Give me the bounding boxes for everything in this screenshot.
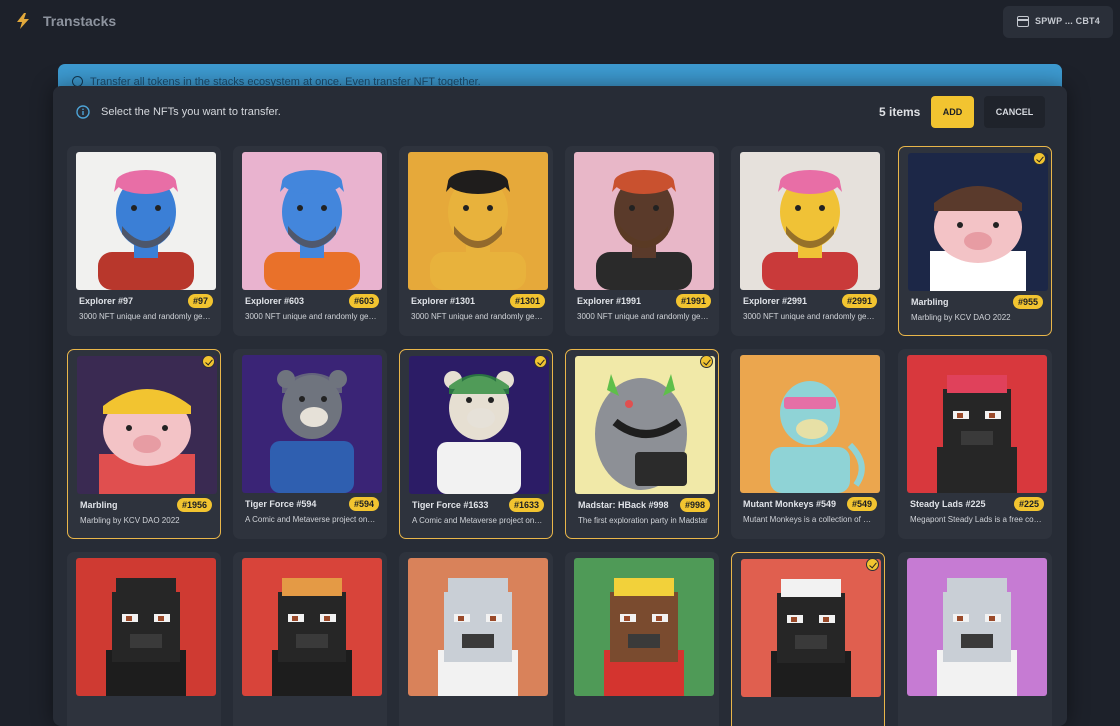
nft-id-badge: #955 (1012, 295, 1043, 309)
nft-description: Marbling by KCV DAO 2022 (911, 313, 1011, 322)
nft-description: A Comic and Metaverse project on Stacks (412, 516, 544, 525)
nft-card[interactable]: Marbling #1956 Marbling by KCV DAO 2022 (67, 349, 221, 539)
nft-card[interactable]: Tiger Force #594 #594 A Comic and Metavers… (233, 349, 387, 539)
selected-check-icon (700, 355, 713, 368)
nft-thumbnail (740, 355, 880, 493)
nft-thumbnail (907, 558, 1047, 696)
nft-description: A Comic and Metaverse project on Stacks (245, 515, 377, 524)
nft-card[interactable]: Explorer #603 #603 3000 NFT unique and ran… (233, 146, 387, 336)
nft-thumbnail (907, 355, 1047, 493)
nft-description: 3000 NFT unique and randomly generated (245, 312, 377, 321)
nft-name: Marbling (911, 297, 949, 307)
nft-thumbnail (574, 152, 714, 290)
nft-thumbnail (575, 356, 715, 494)
wallet-icon (1017, 16, 1029, 27)
nft-id-badge: #1991 (675, 294, 711, 308)
nft-card[interactable]: Madstar: HBack #998 #998 The first explora… (565, 349, 719, 539)
nft-card[interactable]: Mutant Monkeys #549 #549 Mutant Monkeys is… (731, 349, 885, 539)
nft-id-badge: #225 (1013, 497, 1044, 511)
nft-thumbnail (77, 356, 217, 494)
selected-check-icon (534, 355, 547, 368)
nft-thumbnail (408, 152, 548, 290)
nft-name: Explorer #603 (245, 296, 305, 306)
selected-check-icon (866, 558, 879, 571)
nft-name: Explorer #1301 (411, 296, 476, 306)
nft-name: Explorer #1991 (577, 296, 642, 306)
nft-description: 3000 NFT unique and randomly generated (79, 312, 211, 321)
nft-card[interactable]: Explorer #1991 #1991 3000 NFT unique and r… (565, 146, 719, 336)
top-bar: Transtacks SPWP ... CBT4 (0, 0, 1120, 44)
nft-id-badge: #1301 (509, 294, 545, 308)
wallet-address: SPWP ... CBT4 (1035, 16, 1100, 26)
nft-id-badge: #549 (846, 497, 877, 511)
nft-card[interactable]: Marbling #955 Marbling by KCV DAO 2022 (898, 146, 1052, 336)
nft-description: 3000 NFT unique and randomly generated (577, 312, 709, 321)
nft-name: Tiger Force #1633 (412, 500, 489, 510)
selected-check-icon (202, 355, 215, 368)
nft-name: Steady Lads #225 (910, 499, 986, 509)
nft-thumbnail (740, 152, 880, 290)
nft-thumbnail (76, 152, 216, 290)
nft-description: Mutant Monkeys is a collection of 5000 (743, 515, 875, 524)
nft-select-modal: Select the NFTs you want to transfer. 5 … (53, 86, 1067, 726)
nft-name: Explorer #97 (79, 296, 134, 306)
selected-check-icon (1033, 152, 1046, 165)
nft-id-badge: #2991 (841, 294, 877, 308)
nft-id-badge: #603 (348, 294, 379, 308)
nft-grid: Explorer #97 #97 3000 NFT unique and rando… (53, 86, 1067, 726)
nft-name: Tiger Force #594 (245, 499, 317, 509)
nft-description: Marbling by KCV DAO 2022 (80, 516, 180, 525)
nft-thumbnail (908, 153, 1048, 291)
nft-thumbnail (242, 152, 382, 290)
nft-card[interactable]: Steady Lads #225 #225 Megapont Steady Lads… (898, 349, 1052, 539)
nft-card[interactable]: Tiger Force #1633 #1633 A Comic and Metave… (399, 349, 553, 539)
app-brand: Transtacks (43, 13, 117, 29)
nft-thumbnail (242, 355, 382, 493)
nft-card[interactable]: Explorer #1301 #1301 3000 NFT unique and r… (399, 146, 553, 336)
nft-card[interactable]: Explorer #2991 #2991 3000 NFT unique and r… (731, 146, 885, 336)
nft-description: The first exploration party in Madstar (578, 516, 708, 525)
nft-thumbnail (242, 558, 382, 696)
nft-id-badge: #97 (187, 294, 213, 308)
nft-thumbnail (574, 558, 714, 696)
nft-thumbnail (408, 558, 548, 696)
nft-name: Marbling (80, 500, 118, 510)
nft-id-badge: #1633 (508, 498, 544, 512)
nft-id-badge: #1956 (176, 498, 212, 512)
nft-name: Mutant Monkeys #549 (743, 499, 837, 509)
nft-description: 3000 NFT unique and randomly generated (743, 312, 875, 321)
wallet-button[interactable]: SPWP ... CBT4 (1003, 6, 1113, 38)
lightning-logo-icon (17, 13, 29, 29)
nft-thumbnail (741, 559, 881, 697)
nft-id-badge: #998 (679, 498, 710, 512)
nft-description: Megapont Steady Lads is a free collectio… (910, 515, 1042, 524)
nft-name: Explorer #2991 (743, 296, 808, 306)
nft-id-badge: #594 (348, 497, 379, 511)
nft-card[interactable]: Explorer #97 #97 3000 NFT unique and rando… (67, 146, 221, 336)
nft-name: Madstar: HBack #998 (578, 500, 669, 510)
nft-thumbnail (409, 356, 549, 494)
nft-description: 3000 NFT unique and randomly generated (411, 312, 543, 321)
nft-thumbnail (76, 558, 216, 696)
